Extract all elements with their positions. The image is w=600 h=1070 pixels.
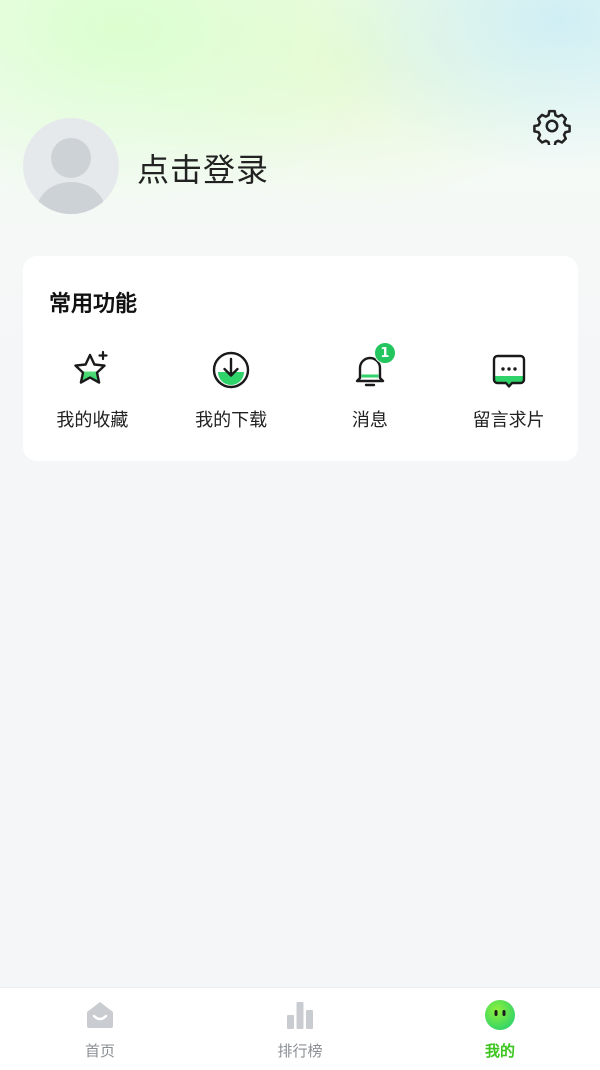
bell-icon: 1 — [348, 342, 396, 392]
smiley-face-icon — [483, 998, 517, 1032]
request-film-button[interactable]: 留言求片 — [439, 348, 578, 432]
avatar[interactable] — [23, 118, 119, 214]
messages-label: 消息 — [351, 410, 388, 431]
settings-button[interactable] — [532, 106, 572, 146]
tab-mine-label: 我的 — [484, 1042, 515, 1060]
favorites-button[interactable]: 我的收藏 — [23, 348, 162, 432]
message-count-badge: 1 — [373, 342, 396, 364]
bar-chart-icon — [283, 998, 317, 1032]
home-icon — [83, 998, 117, 1032]
default-user-icon — [37, 138, 105, 214]
login-prompt[interactable]: 点击登录 — [137, 145, 269, 191]
star-sparkle-icon — [70, 348, 114, 392]
tab-home[interactable]: 首页 — [0, 988, 200, 1070]
bottom-tab-bar: 首页 排行榜 我的 — [0, 987, 600, 1070]
tab-ranking[interactable]: 排行榜 — [200, 988, 400, 1070]
request-film-label: 留言求片 — [472, 410, 545, 431]
function-row: 我的收藏 我的下载 1 消息 留言求片 — [23, 342, 578, 432]
tab-mine[interactable]: 我的 — [400, 988, 600, 1070]
tab-ranking-label: 排行榜 — [277, 1042, 323, 1060]
card-title: 常用功能 — [49, 292, 138, 317]
chat-bubble-icon — [487, 348, 531, 392]
gear-icon — [533, 109, 571, 145]
download-icon — [209, 348, 253, 392]
common-functions-card: 常用功能 我的收藏 我的下载 1 消息 留言求片 — [23, 256, 578, 461]
tab-home-label: 首页 — [84, 1042, 115, 1060]
favorites-label: 我的收藏 — [56, 410, 129, 431]
messages-button[interactable]: 1 消息 — [301, 342, 440, 432]
downloads-button[interactable]: 我的下载 — [162, 348, 301, 432]
downloads-label: 我的下载 — [195, 410, 268, 431]
